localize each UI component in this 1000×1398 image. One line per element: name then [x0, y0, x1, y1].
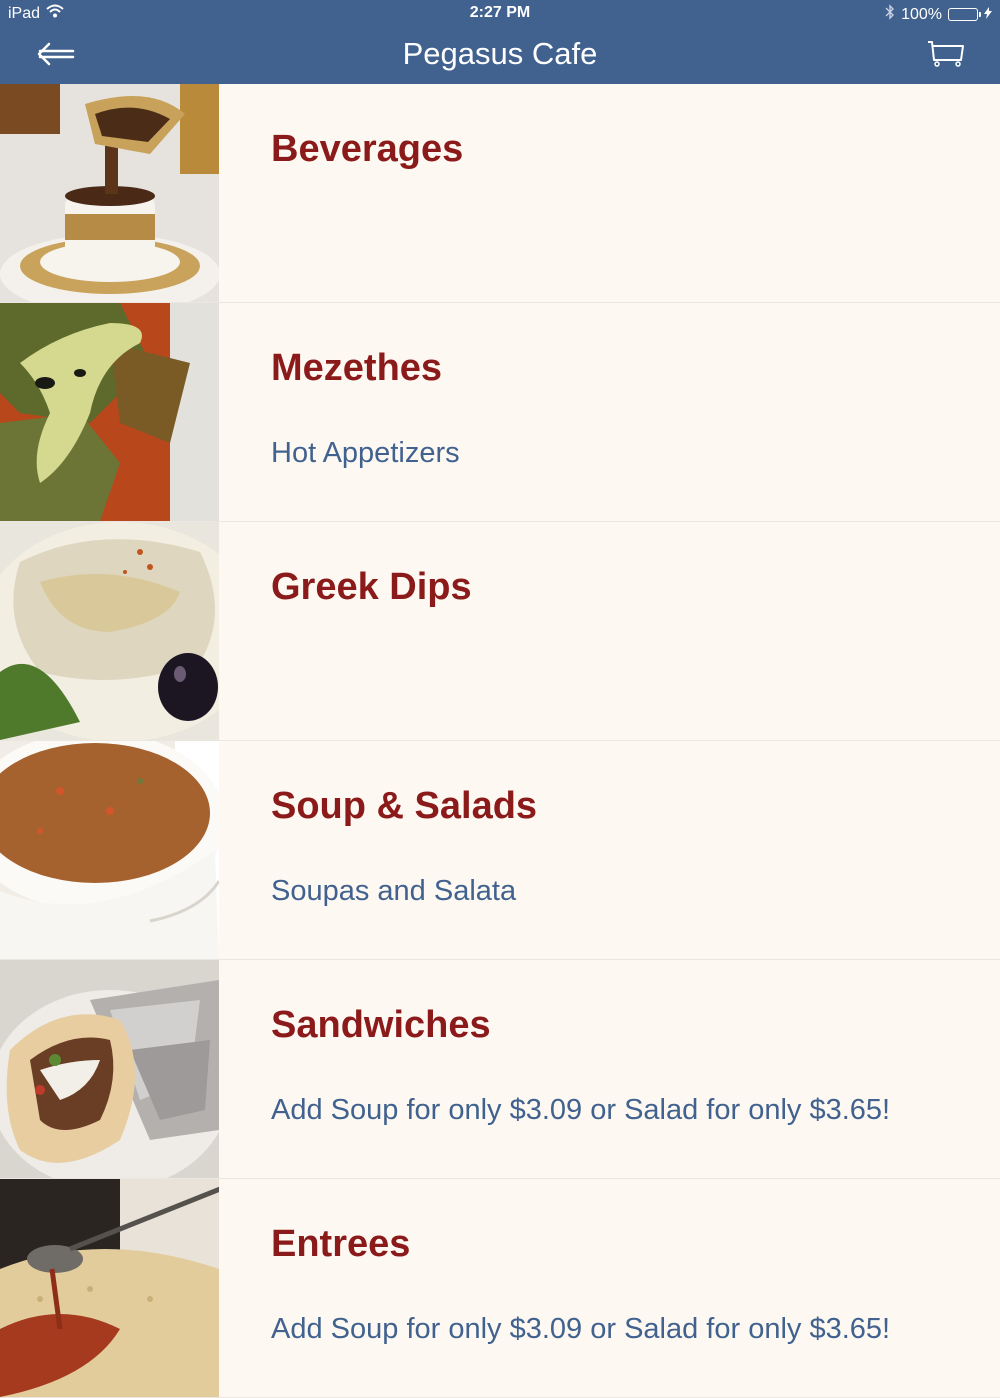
category-subtitle: Add Soup for only $3.09 or Salad for onl…: [271, 1313, 891, 1345]
category-title: Soup & Salads: [271, 785, 538, 827]
category-row-entrees[interactable]: Entrees Add Soup for only $3.09 or Salad…: [0, 1179, 1000, 1398]
charging-icon: [984, 6, 992, 24]
category-row-greek-dips[interactable]: Greek Dips: [0, 522, 1000, 741]
category-list: Beverages Mezethes Hot Appetizers Greek …: [0, 84, 1000, 1398]
greek-dips-photo: [0, 522, 219, 740]
category-row-mezethes[interactable]: Mezethes Hot Appetizers: [0, 303, 1000, 522]
bluetooth-icon: [885, 4, 895, 25]
page-title: Pegasus Cafe: [402, 36, 598, 71]
category-row-sandwiches[interactable]: Sandwiches Add Soup for only $3.09 or Sa…: [0, 960, 1000, 1179]
cart-button[interactable]: [926, 36, 966, 74]
sandwiches-photo: [0, 960, 219, 1178]
category-row-soup-salads[interactable]: Soup & Salads Soupas and Salata: [0, 741, 1000, 960]
entrees-photo: [0, 1179, 219, 1397]
category-title: Sandwiches: [271, 1004, 491, 1046]
category-subtitle: Hot Appetizers: [271, 437, 460, 469]
beverages-photo: [0, 84, 219, 302]
category-title: Entrees: [271, 1223, 411, 1265]
status-right: 100%: [885, 4, 992, 25]
category-row-beverages[interactable]: Beverages: [0, 84, 1000, 303]
battery-percent: 100%: [901, 5, 942, 23]
app-header: iPad 2:27 PM 100% Pegasus Cafe: [0, 0, 1000, 84]
status-bar: iPad 2:27 PM 100%: [0, 0, 1000, 28]
category-title: Greek Dips: [271, 566, 472, 608]
cart-icon: [927, 38, 965, 73]
category-subtitle: Soupas and Salata: [271, 875, 517, 907]
soup-salads-photo: [0, 741, 219, 959]
status-time: 2:27 PM: [469, 4, 531, 21]
category-title: Mezethes: [271, 347, 443, 389]
category-subtitle: Add Soup for only $3.09 or Salad for onl…: [271, 1094, 891, 1126]
nav-bar: Pegasus Cafe: [0, 28, 1000, 84]
battery-icon: [948, 8, 981, 21]
category-title: Beverages: [271, 128, 464, 170]
mezethes-photo: [0, 303, 219, 521]
